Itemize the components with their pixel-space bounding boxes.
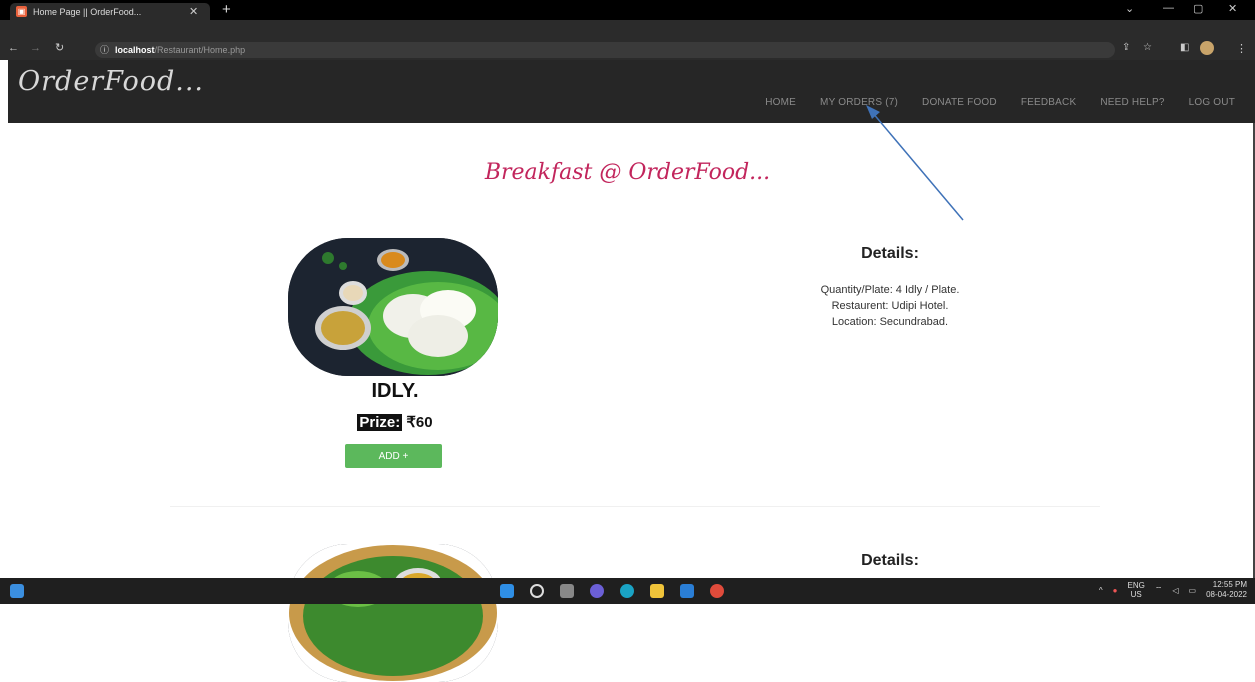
reload-icon[interactable]: ↻ xyxy=(55,41,64,54)
main-nav: HOME MY ORDERS (7) DONATE FOOD FEEDBACK … xyxy=(765,97,1235,108)
url-display: ⓘ localhost /Restaurant/Home.php xyxy=(100,43,245,56)
browser-tab[interactable]: ▣ Home Page || OrderFood... ✕ xyxy=(10,3,210,20)
info-icon[interactable]: ⓘ xyxy=(100,43,109,56)
start-icon[interactable] xyxy=(500,584,514,598)
site-header: OrderFood... HOME MY ORDERS (7) DONATE F… xyxy=(8,60,1255,123)
second-food-image xyxy=(288,544,498,682)
edge-icon[interactable] xyxy=(620,584,634,598)
food-name: IDLY. xyxy=(371,380,419,402)
nav-home[interactable]: HOME xyxy=(765,97,796,108)
add-to-cart-button[interactable]: ADD + xyxy=(345,444,442,468)
site-logo[interactable]: OrderFood... xyxy=(18,66,204,97)
back-icon[interactable]: ← xyxy=(8,42,19,54)
idly-food-image xyxy=(288,238,498,376)
page-title: Breakfast @ OrderFood... xyxy=(484,160,771,185)
chrome-icon[interactable] xyxy=(710,584,724,598)
profile-avatar[interactable] xyxy=(1200,41,1214,55)
browser-toolbar: ← → ↻ ⓘ localhost /Restaurant/Home.php ⇪… xyxy=(0,20,1255,60)
url-path: /Restaurant/Home.php xyxy=(154,44,246,55)
browser-tab-bar: ▣ Home Page || OrderFood... ✕ + ⌄ — ▢ ✕ xyxy=(0,0,1255,20)
clock[interactable]: 12:55 PM 08-04-2022 xyxy=(1206,580,1247,600)
volume-icon[interactable]: ◁ xyxy=(1172,586,1178,595)
share-icon[interactable]: ⇪ xyxy=(1122,42,1130,53)
os-taskbar: ^ ● ENG US ⌔ ◁ ▭ 12:55 PM 08-04-2022 xyxy=(0,578,1255,604)
clock-time: 12:55 PM xyxy=(1212,580,1247,589)
nav-feedback[interactable]: FEEDBACK xyxy=(1021,97,1077,108)
store-icon[interactable] xyxy=(680,584,694,598)
nav-my-orders[interactable]: MY ORDERS (7) xyxy=(820,97,898,108)
wifi-icon[interactable]: ⌔ xyxy=(1155,585,1163,595)
details-heading-2: Details: xyxy=(861,552,919,569)
details-quantity: Quantity/Plate: 4 Idly / Plate. xyxy=(820,284,960,296)
system-tray: ^ ● ENG US ⌔ ◁ ▭ 12:55 PM 08-04-2022 xyxy=(1099,580,1247,600)
details-heading: Details: xyxy=(861,245,919,262)
details-text: Quantity/Plate: 4 Idly / Plate. Restaure… xyxy=(760,282,1020,330)
minimize-icon[interactable]: — xyxy=(1163,2,1174,14)
close-window-icon[interactable]: ✕ xyxy=(1228,2,1237,15)
chevron-up-icon[interactable]: ^ xyxy=(1099,586,1103,595)
details-restaurant: Restaurent: Udipi Hotel. xyxy=(831,300,949,312)
nav-donate-food[interactable]: DONATE FOOD xyxy=(922,97,997,108)
food-price: Prize: ₹60 xyxy=(290,413,500,431)
file-explorer-icon[interactable] xyxy=(650,584,664,598)
site-favicon-icon: ▣ xyxy=(16,6,27,17)
price-value: ₹60 xyxy=(406,414,433,431)
clock-date: 08-04-2022 xyxy=(1206,590,1247,599)
widgets-icon[interactable] xyxy=(10,584,24,598)
price-label: Prize: xyxy=(357,414,403,431)
nav-need-help[interactable]: NEED HELP? xyxy=(1100,97,1164,108)
url-host: localhost xyxy=(115,44,155,55)
security-icon[interactable]: ● xyxy=(1113,586,1118,595)
task-view-icon[interactable] xyxy=(560,584,574,598)
close-tab-icon[interactable]: ✕ xyxy=(189,5,198,18)
chat-icon[interactable] xyxy=(590,584,604,598)
language-indicator[interactable]: ENG US xyxy=(1127,581,1144,599)
tab-search-icon[interactable]: ⌄ xyxy=(1125,2,1134,15)
item-divider xyxy=(170,506,1100,507)
lang-top: ENG xyxy=(1127,581,1145,590)
new-tab-icon[interactable]: + xyxy=(222,1,231,18)
details-location: Location: Secundrabad. xyxy=(831,316,949,328)
bookmark-star-icon[interactable]: ☆ xyxy=(1143,42,1152,53)
menu-dots-icon[interactable]: ⋮ xyxy=(1236,42,1247,55)
main-content: Breakfast @ OrderFood... IDLY. Prize: ₹6… xyxy=(0,123,1255,682)
battery-icon[interactable]: ▭ xyxy=(1189,586,1197,595)
address-bar[interactable] xyxy=(95,42,1115,58)
lang-bottom: US xyxy=(1130,590,1142,599)
nav-log-out[interactable]: LOG OUT xyxy=(1189,97,1235,108)
search-icon[interactable] xyxy=(530,584,544,598)
maximize-icon[interactable]: ▢ xyxy=(1193,2,1203,15)
sidebar-icon[interactable]: ◧ xyxy=(1180,42,1189,53)
forward-icon[interactable]: → xyxy=(30,42,41,54)
tab-title: Home Page || OrderFood... xyxy=(33,6,142,17)
